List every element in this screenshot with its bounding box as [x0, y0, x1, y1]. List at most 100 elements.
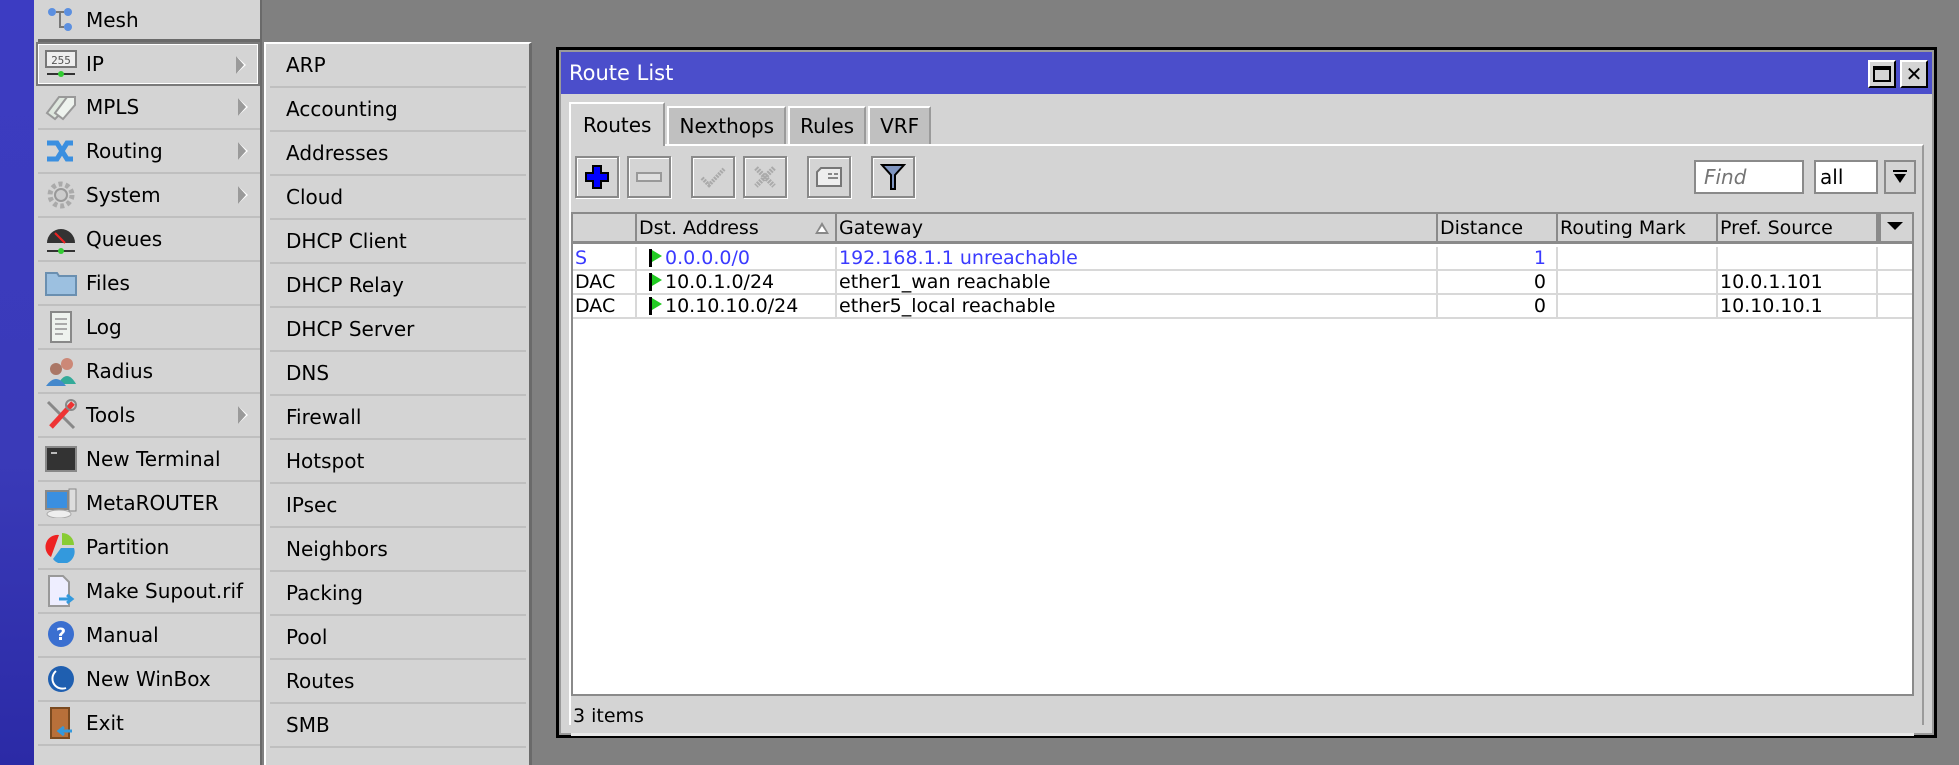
submenu-item-ipsec[interactable]: IPsec [270, 484, 526, 528]
column-chooser-button[interactable] [1878, 214, 1914, 242]
file-export-icon [44, 575, 78, 607]
cross-icon [754, 166, 776, 188]
menu-item-routing[interactable]: Routing [38, 130, 260, 174]
ip-icon: 255 [44, 48, 78, 80]
filter-dropdown-button[interactable] [1884, 160, 1916, 194]
submenu-item-firewall[interactable]: Firewall [270, 396, 526, 440]
tab-rules[interactable]: Rules [788, 106, 867, 144]
close-button[interactable]: ✕ [1900, 60, 1928, 88]
submenu-item-dns[interactable]: DNS [270, 352, 526, 396]
queues-gauge-icon [44, 223, 78, 255]
submenu-item-dhcp-server[interactable]: DHCP Server [270, 308, 526, 352]
routing-arrows-icon [44, 135, 78, 167]
route-table: Dst. Address Gateway Distance Routing Ma… [571, 212, 1914, 696]
main-menu: Mesh 255 IP MPLS Routing System Queues F… [34, 0, 262, 765]
find-input[interactable] [1694, 160, 1804, 194]
menu-item-mesh[interactable]: Mesh [38, 0, 260, 42]
tab-bar: Routes Nexthops Rules VRF [569, 102, 933, 146]
window-title: Route List [569, 61, 674, 85]
sort-ascending-icon [815, 222, 829, 234]
comment-note-icon [816, 167, 842, 187]
check-icon [700, 167, 726, 188]
menu-item-mpls[interactable]: MPLS [38, 86, 260, 130]
col-gateway[interactable]: Gateway [837, 214, 1438, 242]
winbox-icon [44, 663, 78, 695]
enable-button[interactable] [691, 156, 735, 198]
active-route-flag-icon [649, 249, 662, 267]
comment-button[interactable] [807, 156, 851, 198]
minus-icon [636, 172, 662, 182]
col-flags[interactable] [573, 214, 637, 242]
submenu-item-dhcp-client[interactable]: DHCP Client [270, 220, 526, 264]
col-distance[interactable]: Distance [1438, 214, 1558, 242]
col-dst-address[interactable]: Dst. Address [637, 214, 837, 242]
status-bar: 3 items [571, 696, 1914, 736]
svg-text:?: ? [56, 625, 66, 645]
filter-button[interactable] [871, 156, 915, 198]
filter-funnel-icon [880, 164, 906, 190]
submenu-arrow-icon [238, 142, 248, 160]
active-route-flag-icon [649, 273, 662, 291]
submenu-item-pool[interactable]: Pool [270, 616, 526, 660]
submenu-item-neighbors[interactable]: Neighbors [270, 528, 526, 572]
menu-item-radius[interactable]: Radius [38, 350, 260, 394]
pie-chart-icon [44, 531, 78, 563]
tab-nexthops[interactable]: Nexthops [667, 106, 787, 144]
menu-item-manual[interactable]: ? Manual [38, 614, 260, 658]
menu-item-new-winbox[interactable]: New WinBox [38, 658, 260, 702]
log-document-icon [44, 311, 78, 343]
filter-select[interactable]: all [1814, 160, 1878, 194]
submenu-item-smb[interactable]: SMB [270, 704, 526, 748]
menu-item-partition[interactable]: Partition [38, 526, 260, 570]
menu-item-metarouter[interactable]: MetaROUTER [38, 482, 260, 526]
col-routing-mark[interactable]: Routing Mark [1558, 214, 1718, 242]
menu-item-files[interactable]: Files [38, 262, 260, 306]
help-icon: ? [44, 619, 78, 651]
tab-routes[interactable]: Routes [569, 102, 666, 146]
menu-item-make-supout[interactable]: Make Supout.rif [38, 570, 260, 614]
close-icon: ✕ [1905, 62, 1923, 86]
table-row[interactable]: S 0.0.0.0/0 192.168.1.1 unreachable 1 [573, 247, 1912, 271]
route-list-window: Route List ✕ Routes Nexthops Rules VRF F… [556, 47, 1937, 738]
submenu-item-hotspot[interactable]: Hotspot [270, 440, 526, 484]
submenu-arrow-icon [238, 186, 248, 204]
plus-icon [585, 165, 609, 189]
submenu-arrow-icon [238, 98, 248, 116]
active-route-flag-icon [649, 297, 662, 315]
submenu-item-addresses[interactable]: Addresses [270, 132, 526, 176]
submenu-arrow-icon [238, 406, 248, 424]
folder-icon [44, 267, 78, 299]
users-icon [44, 355, 78, 387]
metarouter-icon [44, 487, 78, 519]
tab-vrf[interactable]: VRF [868, 106, 932, 144]
mesh-icon [44, 4, 78, 36]
submenu-item-routes[interactable]: Routes [270, 660, 526, 704]
dropdown-arrow-icon [1887, 222, 1903, 230]
submenu-item-accounting[interactable]: Accounting [270, 88, 526, 132]
tools-icon [44, 399, 78, 431]
menu-item-system[interactable]: System [38, 174, 260, 218]
submenu-item-cloud[interactable]: Cloud [270, 176, 526, 220]
submenu-arrow-icon [236, 56, 246, 74]
menu-item-ip[interactable]: 255 IP [36, 42, 260, 86]
submenu-item-dhcp-relay[interactable]: DHCP Relay [270, 264, 526, 308]
table-row[interactable]: DAC 10.0.1.0/24 ether1_wan reachable 0 1… [573, 271, 1912, 295]
disable-button[interactable] [743, 156, 787, 198]
col-pref-source[interactable]: Pref. Source [1718, 214, 1878, 242]
menu-item-log[interactable]: Log [38, 306, 260, 350]
table-row[interactable]: DAC 10.10.10.0/24 ether5_local reachable… [573, 295, 1912, 319]
add-button[interactable] [575, 156, 619, 198]
menu-item-new-terminal[interactable]: New Terminal [38, 438, 260, 482]
maximize-button[interactable] [1868, 60, 1896, 88]
window-titlebar[interactable]: Route List ✕ [561, 52, 1932, 94]
menu-item-tools[interactable]: Tools [38, 394, 260, 438]
submenu-item-packing[interactable]: Packing [270, 572, 526, 616]
gear-icon [44, 179, 78, 211]
maximize-icon [1873, 66, 1891, 82]
svg-text:255: 255 [51, 54, 71, 67]
ip-submenu: ARP Accounting Addresses Cloud DHCP Clie… [264, 42, 532, 765]
submenu-item-arp[interactable]: ARP [270, 44, 526, 88]
remove-button[interactable] [627, 156, 671, 198]
menu-item-queues[interactable]: Queues [38, 218, 260, 262]
menu-item-exit[interactable]: Exit [38, 702, 260, 746]
